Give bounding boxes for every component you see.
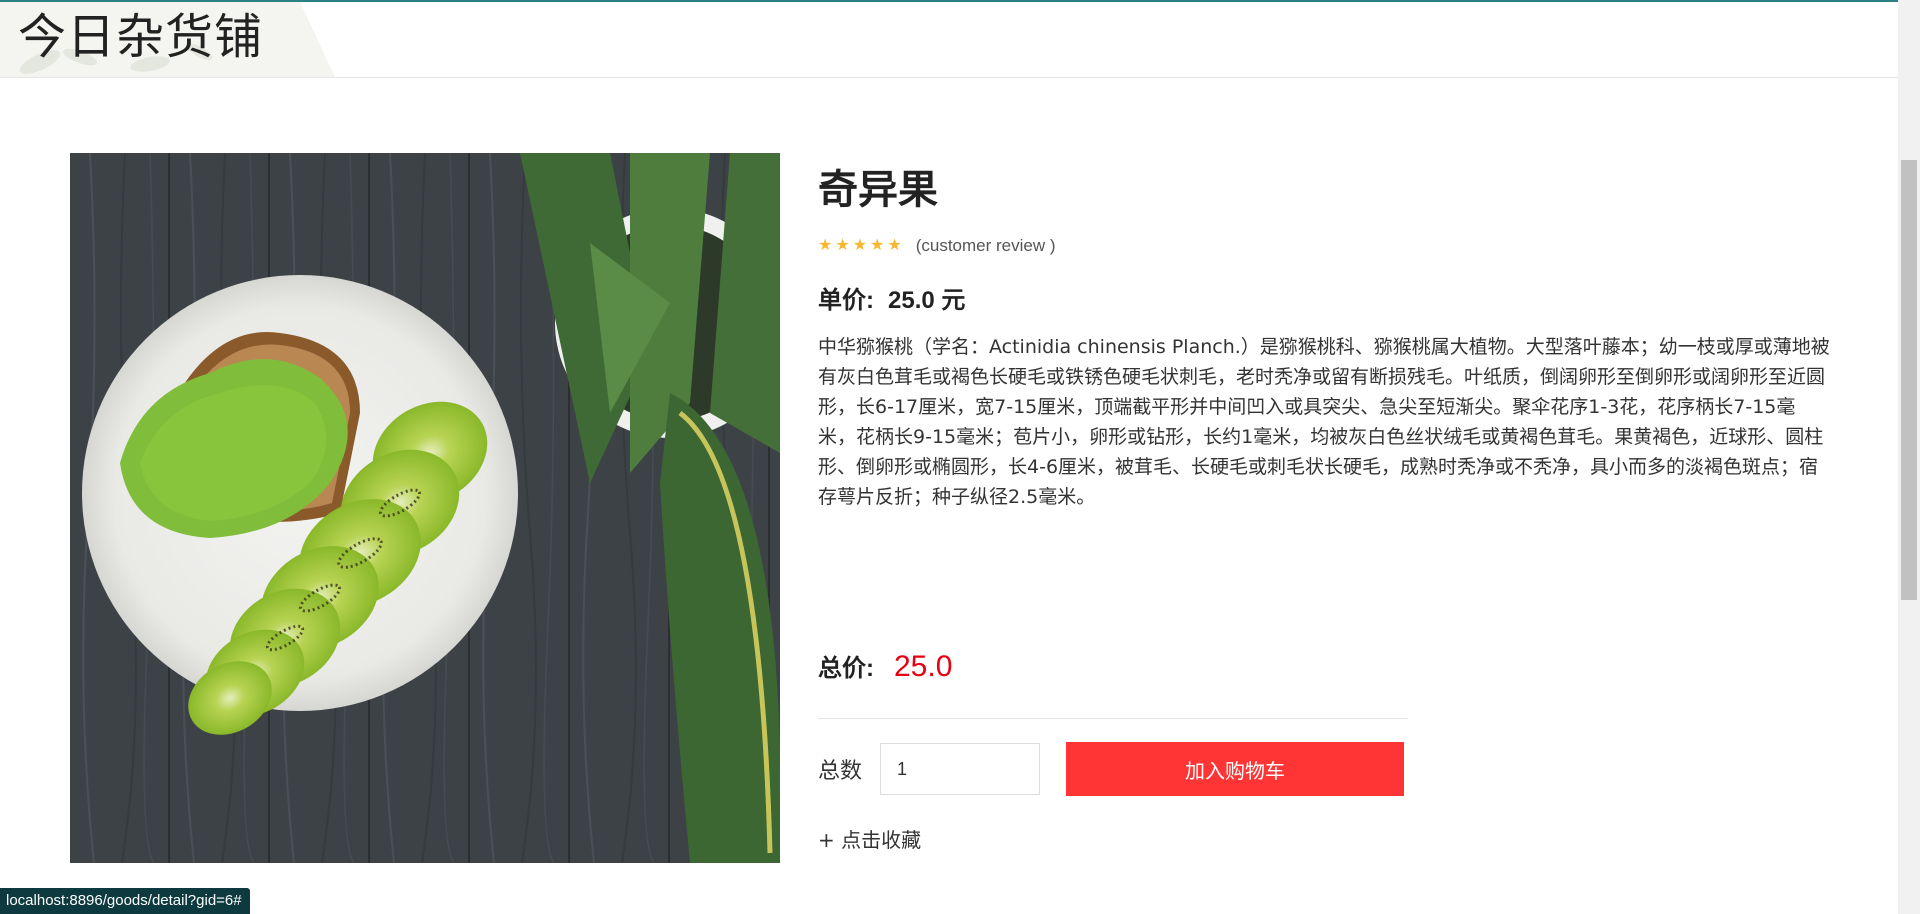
customer-review-link[interactable]: (customer review )	[916, 236, 1056, 256]
browser-status-bar: localhost:8896/goods/detail?gid=6#	[0, 888, 250, 914]
total-price-label: 总价:	[818, 655, 874, 682]
page-scrollbar[interactable]	[1898, 0, 1920, 914]
product-name: 奇异果	[818, 167, 938, 213]
rating-stars: ★ ★ ★ ★ ★	[818, 237, 902, 255]
unit-price-label: 单价:	[818, 287, 874, 314]
quantity-label: 总数	[818, 759, 863, 784]
total-price: 总价: 25.0	[818, 648, 952, 684]
total-price-value: 25.0	[894, 650, 953, 683]
star-icon: ★	[818, 237, 833, 254]
rating-row: ★ ★ ★ ★ ★ (customer review )	[818, 236, 1056, 256]
product-description: 中华猕猴桃（学名：Actinidia chinensis Planch.）是猕猴…	[818, 336, 1830, 508]
site-header: 今日杂货铺	[0, 2, 1898, 78]
scrollbar-thumb[interactable]	[1901, 160, 1917, 600]
star-icon: ★	[887, 237, 902, 254]
site-logo[interactable]: 今日杂货铺	[18, 8, 263, 66]
quantity-input[interactable]	[880, 743, 1041, 795]
star-icon: ★	[852, 237, 868, 254]
add-to-favorites-link[interactable]: + 点击收藏	[818, 824, 921, 853]
star-icon: ★	[870, 237, 885, 254]
product-image	[70, 153, 780, 863]
divider	[818, 718, 1408, 719]
unit-price-value: 25.0 元	[888, 287, 966, 314]
quantity-row: 总数 加入购物车	[818, 742, 1405, 796]
unit-price: 单价: 25.0 元	[818, 280, 965, 315]
star-icon: ★	[835, 237, 850, 254]
add-to-cart-button[interactable]: 加入购物车	[1066, 742, 1405, 796]
